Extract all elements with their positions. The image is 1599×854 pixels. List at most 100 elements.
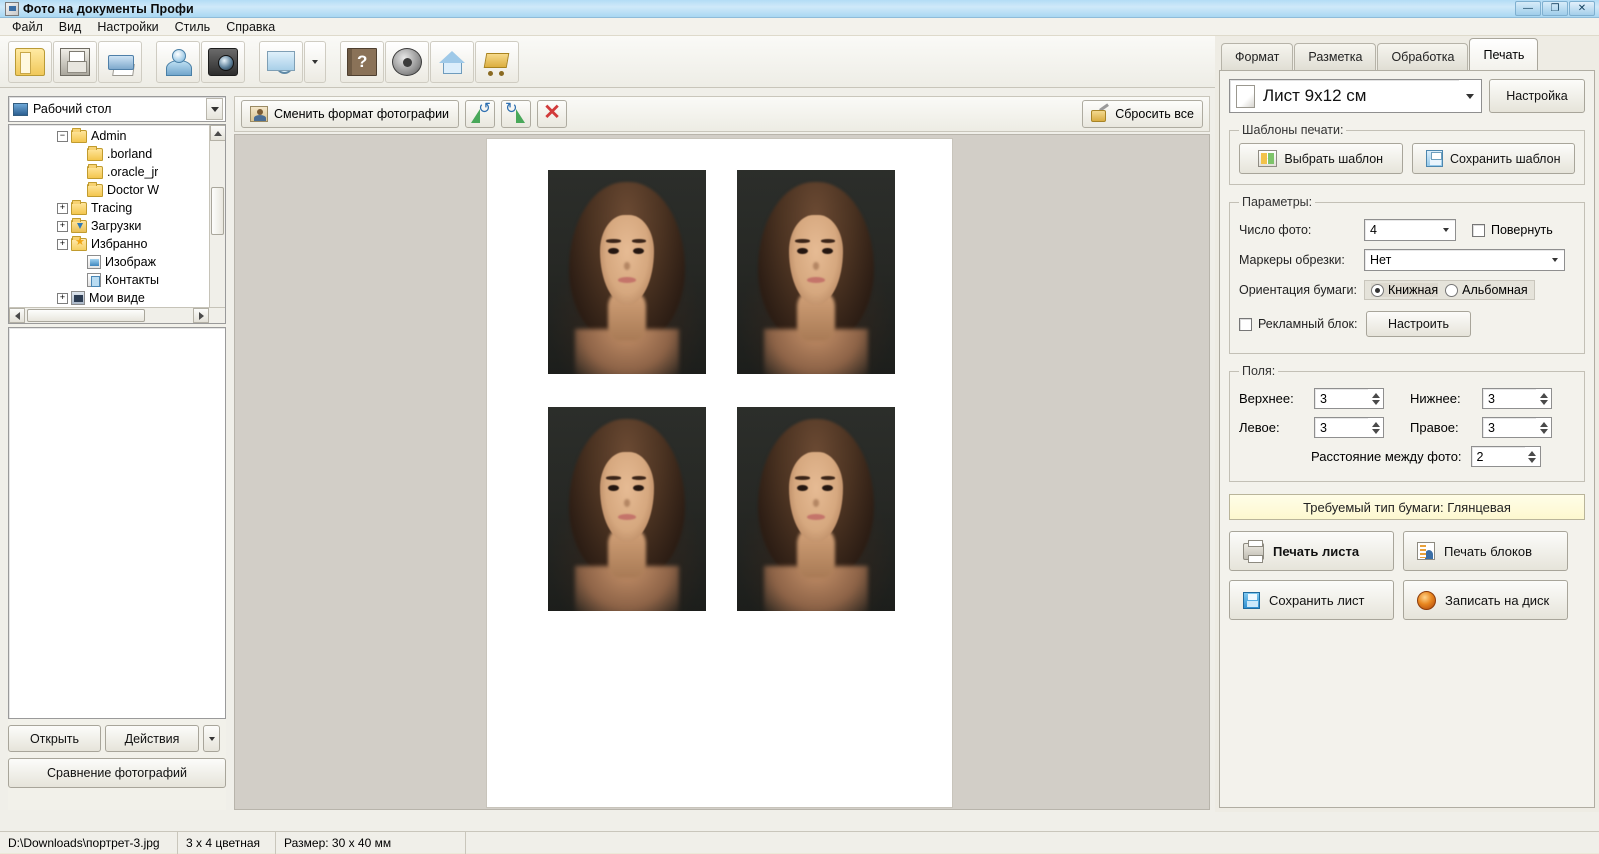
scroll-left-button[interactable] — [9, 308, 25, 323]
margin-right-spinner[interactable]: 3 — [1482, 417, 1552, 438]
actions-button[interactable]: Действия — [105, 725, 199, 752]
tree-item-admin[interactable]: − Admin — [9, 127, 209, 145]
delete-photo-button[interactable]: ✕ — [537, 100, 567, 128]
scroll-up-button[interactable] — [210, 125, 225, 141]
minimize-button[interactable]: — — [1515, 1, 1541, 16]
photo-thumbnail[interactable] — [737, 170, 895, 374]
change-format-button[interactable]: Сменить формат фотографии — [241, 100, 459, 128]
shop-button[interactable] — [475, 40, 519, 83]
tree-item-downloads[interactable]: + Загрузки — [9, 217, 209, 235]
spinner-arrows[interactable] — [1536, 389, 1551, 408]
portrait-button[interactable] — [156, 40, 200, 83]
photo-thumbnail[interactable] — [548, 170, 706, 374]
save-template-button[interactable]: Сохранить шаблон — [1411, 143, 1575, 174]
rotate-right-button[interactable] — [501, 100, 531, 128]
ad-block-setup-button[interactable]: Настроить — [1366, 311, 1471, 337]
margin-left-spinner[interactable]: 3 — [1314, 417, 1384, 438]
tree-item-doctorw[interactable]: Doctor W — [9, 181, 209, 199]
print-preview-canvas[interactable] — [234, 134, 1210, 810]
compare-photos-button[interactable]: Сравнение фотографий — [8, 758, 226, 788]
zoom-preview-dropdown[interactable] — [304, 40, 326, 83]
menu-help[interactable]: Справка — [218, 19, 283, 35]
tree-item-videos[interactable]: + Мои виде — [9, 289, 209, 307]
location-combo-arrow[interactable] — [206, 98, 223, 120]
close-button[interactable]: ✕ — [1569, 1, 1595, 16]
status-spacer — [466, 832, 1599, 854]
folder-tree[interactable]: − Admin .borland .oracle_jr Doctor W + T… — [8, 124, 226, 324]
crop-markers-select[interactable]: Нет — [1364, 249, 1565, 271]
menu-view[interactable]: Вид — [51, 19, 90, 35]
tree-item-oracle[interactable]: .oracle_jr — [9, 163, 209, 181]
tree-vertical-scrollbar[interactable] — [209, 125, 225, 323]
maximize-button[interactable]: ❐ — [1542, 1, 1568, 16]
menu-file[interactable]: Файл — [4, 19, 51, 35]
photo-eye-left — [797, 484, 809, 492]
tree-item-contacts[interactable]: Контакты — [9, 271, 209, 289]
center-toolbar: Сменить формат фотографии ✕ Сбросить все — [234, 96, 1210, 132]
photo-nose — [623, 261, 631, 270]
orientation-landscape-option[interactable]: Альбомная — [1445, 283, 1528, 297]
spinner-arrows[interactable] — [1368, 389, 1383, 408]
tab-print[interactable]: Печать — [1469, 38, 1539, 70]
tree-horizontal-scrollbar[interactable] — [9, 307, 225, 323]
location-combo[interactable]: Рабочий стол — [8, 96, 226, 122]
tree-item-tracing[interactable]: + Tracing — [9, 199, 209, 217]
open-button[interactable]: Открыть — [8, 725, 101, 752]
burn-disc-button[interactable]: Записать на диск — [1403, 580, 1568, 620]
expander-placeholder-icon — [73, 257, 84, 268]
scrollbar-thumb-h[interactable] — [27, 309, 145, 322]
ad-block-checkbox[interactable] — [1239, 317, 1252, 331]
zoom-preview-button[interactable] — [259, 40, 303, 83]
save-file-button[interactable] — [53, 40, 97, 83]
tree-item-borland[interactable]: .borland — [9, 145, 209, 163]
reset-all-button[interactable]: Сбросить все — [1082, 100, 1203, 128]
print-sheet[interactable] — [487, 139, 952, 807]
save-sheet-button[interactable]: Сохранить лист — [1229, 580, 1394, 620]
photo-thumbnail[interactable] — [548, 407, 706, 611]
camera-button[interactable] — [201, 40, 245, 83]
expander-icon[interactable]: + — [57, 220, 68, 232]
tab-format[interactable]: Формат — [1221, 43, 1294, 70]
scrollbar-thumb[interactable] — [211, 187, 224, 235]
scroll-right-button[interactable] — [193, 308, 209, 323]
spinner-arrows[interactable] — [1536, 418, 1551, 437]
expander-icon[interactable]: + — [57, 238, 68, 250]
print-sheet-button[interactable]: Печать листа — [1229, 531, 1394, 571]
margin-bottom-spinner[interactable]: 3 — [1482, 388, 1552, 409]
choose-template-button[interactable]: Выбрать шаблон — [1239, 143, 1403, 174]
tree-item-favorites[interactable]: + Избранно — [9, 235, 209, 253]
photo-count-select[interactable]: 4 — [1364, 219, 1456, 241]
chevron-right-icon — [198, 311, 204, 320]
folder-favorites-icon — [71, 235, 87, 251]
sheet-size-combo-arrow[interactable] — [1459, 80, 1481, 112]
photo-spacing-spinner[interactable]: 2 — [1470, 446, 1541, 467]
print-blocks-button[interactable]: Печать блоков — [1403, 531, 1568, 571]
templates-group: Шаблоны печати: Выбрать шаблон Сохранить… — [1229, 123, 1585, 185]
actions-dropdown-button[interactable] — [203, 725, 220, 752]
rotate-left-button[interactable] — [465, 100, 495, 128]
menu-settings[interactable]: Настройки — [89, 19, 166, 35]
expander-icon[interactable]: − — [57, 130, 68, 142]
video-button[interactable] — [385, 40, 429, 83]
spinner-arrows[interactable] — [1368, 418, 1383, 437]
film-reel-icon — [392, 47, 422, 76]
margin-top-spinner[interactable]: 3 — [1314, 388, 1384, 409]
rotate-checkbox[interactable] — [1472, 223, 1485, 237]
print-button[interactable] — [98, 40, 142, 83]
tab-processing[interactable]: Обработка — [1377, 43, 1469, 70]
photo-thumbnail[interactable] — [737, 407, 895, 611]
expander-icon[interactable]: + — [57, 202, 68, 214]
home-button[interactable] — [430, 40, 474, 83]
sheet-size-combo[interactable]: Лист 9x12 см — [1229, 79, 1482, 113]
folder-icon — [71, 127, 87, 143]
orientation-portrait-option[interactable]: Книжная — [1371, 283, 1439, 297]
tab-layout[interactable]: Разметка — [1294, 43, 1377, 70]
sheet-setup-button[interactable]: Настройка — [1489, 79, 1585, 113]
tree-item-pictures[interactable]: Изображ — [9, 253, 209, 271]
help-button[interactable] — [340, 40, 384, 83]
file-list[interactable] — [8, 327, 226, 719]
expander-icon[interactable]: + — [57, 292, 68, 304]
open-file-button[interactable] — [8, 40, 52, 83]
menu-style[interactable]: Стиль — [167, 19, 219, 35]
spinner-arrows[interactable] — [1524, 447, 1540, 466]
